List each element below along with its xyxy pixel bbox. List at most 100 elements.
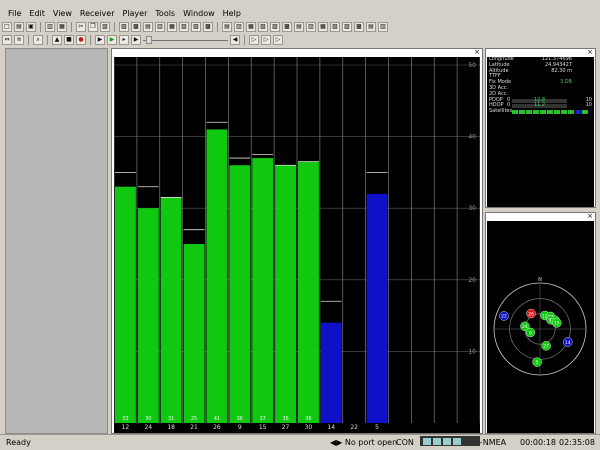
playback-slider[interactable]	[143, 35, 228, 45]
view2-icon[interactable]: ▩	[131, 22, 141, 32]
menu-view[interactable]: View	[49, 8, 76, 20]
satellite-cell	[540, 110, 546, 115]
menu-tools[interactable]: Tools	[151, 8, 179, 20]
satellite-cell	[568, 110, 574, 115]
snr-bar	[137, 208, 159, 423]
tile13-icon[interactable]: ▤	[366, 22, 376, 32]
tile11-icon[interactable]: ▨	[342, 22, 352, 32]
play-icon[interactable]: ▶	[107, 35, 117, 45]
toolbar-separator	[217, 22, 218, 32]
satellites-row: Satellites	[487, 108, 594, 115]
search-icon[interactable]: ⌕	[33, 35, 43, 45]
connect-icon[interactable]: ⇔	[2, 35, 12, 45]
task-icon	[453, 437, 461, 445]
close-icon[interactable]: ×	[474, 49, 480, 56]
snr-value-label: 41	[214, 416, 220, 422]
snr-bar	[229, 165, 251, 423]
tile4-icon[interactable]: ▧	[258, 22, 268, 32]
close-icon[interactable]: ×	[587, 49, 593, 56]
record-icon[interactable]: ●	[76, 35, 86, 45]
print-icon[interactable]: ▥	[45, 22, 55, 32]
snr-value-label: 36	[305, 416, 311, 422]
eject-icon[interactable]: ▲	[52, 35, 62, 45]
tile3-icon[interactable]: ▦	[246, 22, 256, 32]
sky-satellite-label: 15	[554, 321, 560, 327]
view5-icon[interactable]: ▦	[167, 22, 177, 32]
tile10-icon[interactable]: ▧	[330, 22, 340, 32]
rewind-icon[interactable]: ◀	[230, 35, 240, 45]
new-icon[interactable]: □	[2, 22, 12, 32]
menu-receiver[interactable]: Receiver	[76, 8, 119, 20]
preview-icon[interactable]: ▦	[57, 22, 67, 32]
prn-label: 18	[167, 424, 175, 431]
open-icon[interactable]: ▤	[14, 22, 24, 32]
snr-bar	[252, 158, 274, 423]
slider-thumb[interactable]	[146, 36, 152, 44]
menu-file[interactable]: File	[4, 8, 25, 20]
toolbar-separator	[244, 35, 245, 45]
tile9-icon[interactable]: ▦	[318, 22, 328, 32]
marker1-icon[interactable]: ▷	[249, 35, 259, 45]
snr-bar	[115, 186, 136, 423]
snr-bar	[366, 193, 388, 423]
satellite-cell	[561, 110, 567, 115]
menu-window[interactable]: Window	[179, 8, 219, 20]
skyview: N2612183021152492751422	[487, 221, 594, 433]
snr-value-label: 36	[282, 416, 288, 422]
marker2-icon[interactable]: ▷	[261, 35, 271, 45]
prn-label: 5	[375, 424, 379, 431]
menu-player[interactable]: Player	[118, 8, 151, 20]
prn-label: 27	[281, 424, 290, 431]
info-panel: Longitude 121.374698 Latitude 24.943427 Alti…	[487, 56, 594, 207]
fast-forward-icon[interactable]: ▸	[119, 35, 129, 45]
view1-icon[interactable]: ▨	[119, 22, 129, 32]
snr-value-label: 33	[122, 416, 128, 422]
stop-icon[interactable]: ■	[64, 35, 74, 45]
satellite-cell	[526, 110, 532, 115]
snr-bar	[320, 322, 342, 423]
tile14-icon[interactable]: ▥	[378, 22, 388, 32]
toolbar-separator	[47, 35, 48, 45]
snr-value-label: 37	[260, 416, 266, 422]
sky-north-label: N	[538, 277, 542, 283]
view6-icon[interactable]: ▧	[179, 22, 189, 32]
cut-icon[interactable]: ✂	[76, 22, 86, 32]
task-icon	[443, 437, 451, 445]
tile7-icon[interactable]: ▤	[294, 22, 304, 32]
tile2-icon[interactable]: ▥	[234, 22, 244, 32]
axis-label: 20	[468, 277, 476, 284]
info-window: × Longitude 121.374698 Latitude 24.943427 Al…	[485, 48, 596, 208]
task-icon	[433, 437, 441, 445]
menu-help[interactable]: Help	[219, 8, 245, 20]
save-icon[interactable]: ▣	[26, 22, 36, 32]
view7-icon[interactable]: ▨	[191, 22, 201, 32]
satellite-cell	[547, 110, 553, 115]
prn-label	[457, 423, 480, 433]
marker3-icon[interactable]: ▷	[273, 35, 283, 45]
tile1-icon[interactable]: ▤	[222, 22, 232, 32]
tile12-icon[interactable]: ▩	[354, 22, 364, 32]
tile6-icon[interactable]: ▩	[282, 22, 292, 32]
view8-icon[interactable]: ▩	[203, 22, 213, 32]
view4-icon[interactable]: ▥	[155, 22, 165, 32]
taskbar-strip	[420, 436, 480, 446]
task-icon	[423, 437, 431, 445]
baud-icon[interactable]: ≋	[14, 35, 24, 45]
tile5-icon[interactable]: ▨	[270, 22, 280, 32]
step-icon[interactable]: ▶	[95, 35, 105, 45]
paste-icon[interactable]: ▧	[100, 22, 110, 32]
view3-icon[interactable]: ▤	[143, 22, 153, 32]
menu-edit[interactable]: Edit	[25, 8, 49, 20]
left-panel	[5, 48, 108, 434]
copy-icon[interactable]: ❐	[88, 22, 98, 32]
snr-bar-chart: 50 40 30 20 10 33 30 31 25 41 36 37 36 36	[114, 57, 480, 423]
sky-satellite-label: 26	[528, 311, 534, 317]
satellite-cell	[512, 110, 518, 115]
skip-icon[interactable]: ▶	[131, 35, 141, 45]
axis-label: 50	[468, 62, 476, 69]
snr-chart: 50 40 30 20 10 33 30 31 25 41 36 37 36 36 12 24 18 21 26 9…	[114, 57, 480, 433]
satellite-cell	[533, 110, 539, 115]
tile8-icon[interactable]: ▥	[306, 22, 316, 32]
satellite-cell	[575, 110, 581, 115]
close-icon[interactable]: ×	[587, 213, 593, 220]
